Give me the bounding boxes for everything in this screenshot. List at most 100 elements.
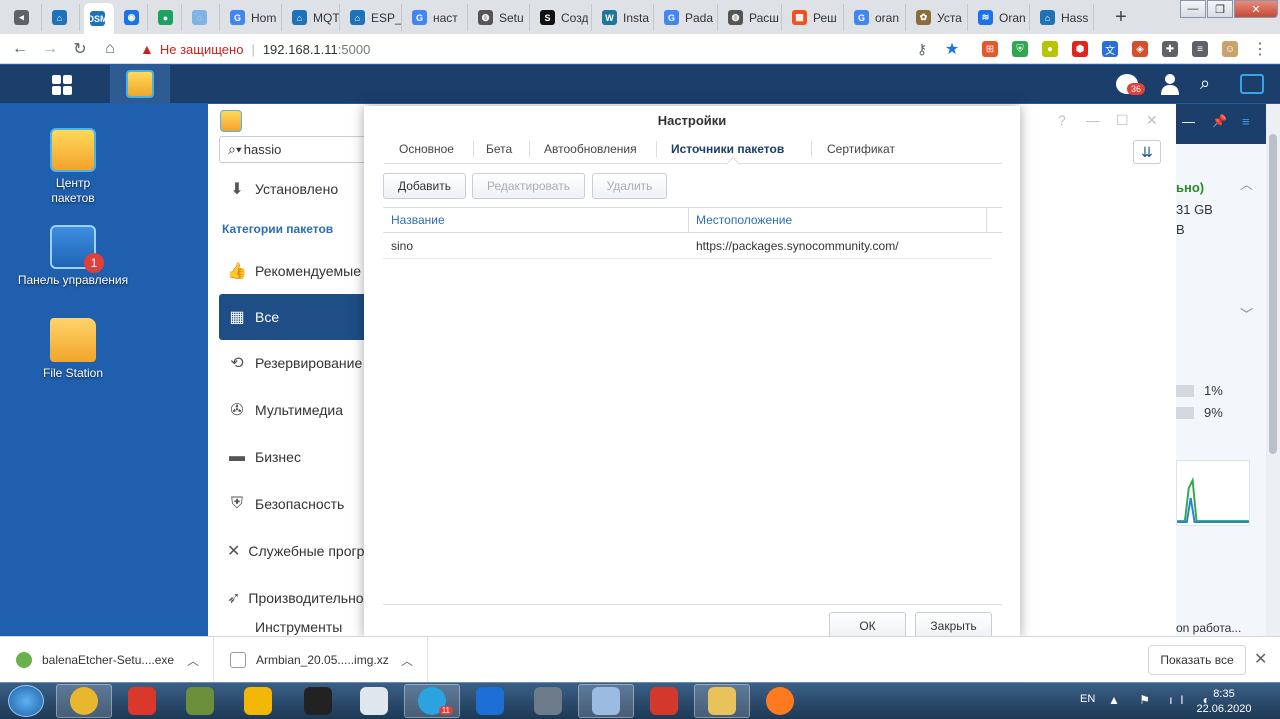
- browser-tab[interactable]: ⌂: [46, 4, 80, 31]
- sort-button[interactable]: ⇊: [1133, 140, 1161, 164]
- browser-menu-icon[interactable]: ⋮: [1250, 39, 1270, 59]
- edit-button[interactable]: Редактировать: [472, 173, 585, 199]
- browser-tab[interactable]: ●: [152, 4, 182, 31]
- clock[interactable]: 8:35 22.06.2020: [1196, 687, 1252, 717]
- widget-minimize-icon[interactable]: —: [1182, 114, 1195, 129]
- browser-tab[interactable]: DSM: [84, 3, 114, 34]
- sidebar-item-all[interactable]: ▦ Все: [219, 294, 379, 340]
- sidebar-item-business[interactable]: ▬ Бизнес: [219, 434, 379, 480]
- browser-tab[interactable]: ⌂ MQT: [286, 4, 340, 31]
- taskbar-app-button[interactable]: [694, 684, 750, 718]
- help-icon[interactable]: ?: [1058, 112, 1066, 128]
- package-center-taskbar-button[interactable]: [110, 65, 170, 103]
- coin-icon[interactable]: ●: [1042, 41, 1058, 57]
- browser-tab[interactable]: G Pada: [658, 4, 718, 31]
- tab-beta[interactable]: Бета: [486, 134, 512, 164]
- reload-button[interactable]: ↻: [70, 39, 90, 59]
- tab-auto-updates[interactable]: Автообновления: [544, 134, 637, 164]
- address-bar[interactable]: ▲ Не защищено | 192.168.1.11:5000: [130, 37, 970, 61]
- column-header-location[interactable]: Местоположение: [688, 208, 986, 232]
- show-all-downloads-button[interactable]: Показать все: [1148, 645, 1246, 675]
- window-maximize-button[interactable]: ❐: [1207, 0, 1233, 18]
- taskbar-app-button[interactable]: [752, 684, 808, 718]
- start-button[interactable]: [8, 685, 44, 717]
- delete-button[interactable]: Удалить: [592, 173, 667, 199]
- sidebar-item-multimedia[interactable]: ✇ Мультимедиа: [219, 387, 379, 433]
- widget-menu-icon[interactable]: ≡: [1242, 114, 1250, 129]
- tab-general[interactable]: Основное: [399, 134, 454, 164]
- translate-icon[interactable]: 文: [1102, 41, 1118, 57]
- tab-package-sources[interactable]: Источники пакетов: [671, 134, 784, 164]
- browser-tab[interactable]: ⌂ Hass: [1034, 4, 1094, 31]
- taskbar-app-button[interactable]: [578, 684, 634, 718]
- add-button[interactable]: Добавить: [383, 173, 466, 199]
- queue-icon[interactable]: ≡: [1192, 41, 1208, 57]
- taskbar-app-button[interactable]: [346, 684, 402, 718]
- taskbar-app-button[interactable]: [520, 684, 576, 718]
- taskbar-app-button[interactable]: [172, 684, 228, 718]
- chevron-up-icon[interactable]: ︿: [401, 652, 413, 669]
- browser-tab[interactable]: ◂: [8, 4, 42, 31]
- column-header-name[interactable]: Название: [383, 208, 688, 232]
- desktop-package-center[interactable]: Центр пакетов: [13, 128, 133, 206]
- sidebar-item-installed[interactable]: ⬇ Установлено: [219, 166, 379, 212]
- browser-tab[interactable]: ◍ Setu: [472, 4, 530, 31]
- new-tab-button[interactable]: +: [1110, 6, 1132, 28]
- browser-tab[interactable]: ◌: [186, 4, 220, 31]
- browser-tab[interactable]: ✿ Уста: [910, 4, 968, 31]
- browser-tab[interactable]: ▦ Реш: [786, 4, 844, 31]
- browser-tab[interactable]: W Insta: [596, 4, 654, 31]
- browser-tab[interactable]: ⌂ ESP_: [344, 4, 402, 31]
- close-icon[interactable]: ✕: [1254, 649, 1267, 669]
- browser-tab[interactable]: G Hom: [224, 4, 282, 31]
- puzzle-icon[interactable]: ✚: [1162, 41, 1178, 57]
- maximize-icon[interactable]: ☐: [1116, 112, 1129, 129]
- table-row[interactable]: sino https://packages.synocommunity.com/: [383, 233, 992, 259]
- browser-tab[interactable]: ◉: [118, 4, 148, 31]
- home-button[interactable]: ⌂: [100, 39, 120, 59]
- window-minimize-button[interactable]: —: [1180, 0, 1206, 18]
- back-button[interactable]: ←: [10, 39, 30, 59]
- minimize-icon[interactable]: —: [1086, 112, 1100, 128]
- pin-icon[interactable]: 📌: [1212, 114, 1227, 128]
- user-icon[interactable]: [1160, 73, 1180, 95]
- taskbar-app-button[interactable]: [56, 684, 112, 718]
- sidebar-item-utilities[interactable]: ✕ Служебные программы: [219, 528, 379, 574]
- shield-icon[interactable]: ⛨: [1012, 41, 1028, 57]
- window-close-button[interactable]: ✕: [1234, 0, 1278, 18]
- browser-tab[interactable]: ◍ Расш: [722, 4, 782, 31]
- shop-icon[interactable]: ⊞: [982, 41, 998, 57]
- taskbar-app-button[interactable]: [114, 684, 170, 718]
- download-item[interactable]: balenaEtcher-Setu....exe ︿: [0, 637, 214, 683]
- taskbar-app-button[interactable]: [462, 684, 518, 718]
- widgets-icon[interactable]: [1240, 74, 1264, 94]
- close-button[interactable]: Закрыть: [915, 612, 992, 638]
- scroll-thumb[interactable]: [1269, 134, 1277, 454]
- browser-tab[interactable]: S Созд: [534, 4, 592, 31]
- browser-tab[interactable]: Gнаст: [406, 4, 468, 31]
- taskbar-app-button[interactable]: [230, 684, 286, 718]
- main-menu-icon[interactable]: [52, 75, 72, 95]
- chevron-up-icon[interactable]: ︿: [1240, 174, 1253, 193]
- tab-certificate[interactable]: Сертификат: [827, 134, 895, 164]
- forward-button[interactable]: →: [40, 39, 60, 59]
- search-icon[interactable]: ⌕: [1200, 73, 1222, 95]
- taskbar-app-button[interactable]: 11: [404, 684, 460, 718]
- widget-scrollbar[interactable]: [1266, 104, 1280, 636]
- sidebar-item-productivity[interactable]: ➶ Производительность: [219, 575, 379, 621]
- language-indicator[interactable]: EN: [1080, 693, 1095, 705]
- password-key-icon[interactable]: ⚷: [912, 39, 932, 59]
- sidebar-item-tools[interactable]: Инструменты: [219, 621, 379, 635]
- chevron-up-icon[interactable]: ︿: [187, 652, 199, 669]
- bookmark-star-icon[interactable]: ★: [942, 39, 962, 59]
- chevron-down-icon[interactable]: ﹀: [1240, 304, 1253, 323]
- desktop-control-panel[interactable]: 1 Панель управления: [13, 225, 133, 287]
- close-icon[interactable]: ✕: [1146, 112, 1158, 129]
- sidebar-item-recommended[interactable]: 👍 Рекомендуемые: [219, 248, 379, 294]
- profile-icon[interactable]: ☺: [1222, 41, 1238, 57]
- ok-button[interactable]: ОК: [829, 612, 906, 638]
- browser-tab[interactable]: Goran: [848, 4, 906, 31]
- package-search-input[interactable]: ⌕▾ hassio: [219, 136, 369, 163]
- sidebar-item-backup[interactable]: ⟲ Резервирование: [219, 340, 379, 386]
- sidebar-item-security[interactable]: ⛨ Безопасность: [219, 481, 379, 527]
